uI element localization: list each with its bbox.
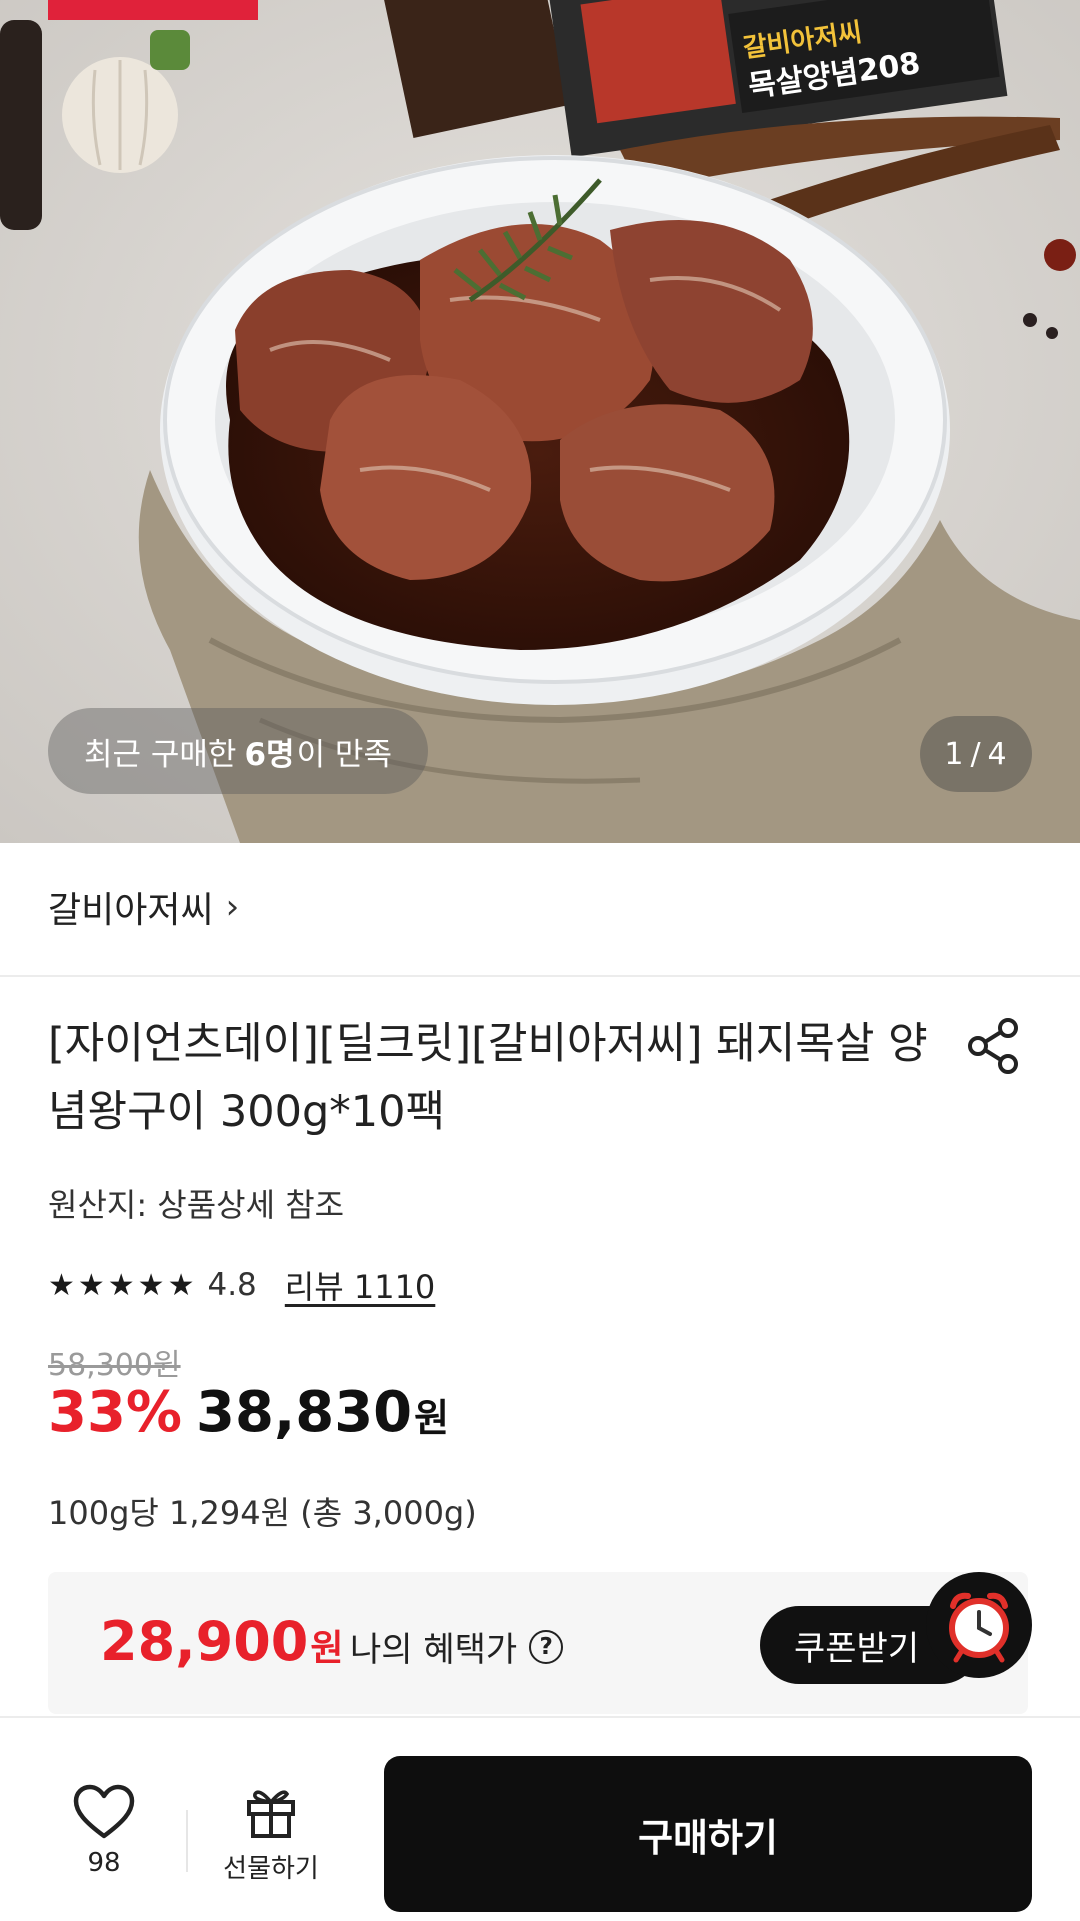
- buy-now-button[interactable]: 구매하기: [384, 1756, 1032, 1912]
- share-icon: [968, 1018, 1018, 1074]
- share-button[interactable]: [964, 1016, 1024, 1076]
- benefit-price: 28,900 원: [100, 1610, 344, 1676]
- buyers-prefix: 최근 구매한: [84, 736, 237, 773]
- discount-rate: 33%: [48, 1380, 183, 1445]
- page-total: 4: [987, 736, 1008, 772]
- alarm-clock-badge[interactable]: [926, 1572, 1032, 1678]
- coupon-button-label: 쿠폰받기: [794, 1628, 920, 1669]
- benefit-price-value: 28,900: [100, 1610, 309, 1673]
- rating-row: ★★★★★ 4.8 리뷰 1110: [48, 1262, 435, 1308]
- page-separator: /: [970, 736, 982, 772]
- gift-button-label: 선물하기: [223, 1854, 319, 1884]
- buyers-suffix: 이 만족: [296, 736, 392, 773]
- promo-tab: [48, 0, 258, 20]
- wishlist-button[interactable]: 98: [62, 1784, 146, 1894]
- buyers-count: 6명: [244, 736, 295, 773]
- star-rating-icon: ★★★★★: [48, 1267, 198, 1303]
- rating-value: 4.8: [207, 1267, 257, 1303]
- benefit-label-text: 나의 혜택가: [350, 1630, 518, 1670]
- buy-button-label: 구매하기: [638, 1815, 778, 1860]
- benefit-price-box: 28,900 원 나의 혜택가 ? 쿠폰받기: [48, 1572, 1028, 1714]
- wishlist-count: 98: [87, 1848, 121, 1878]
- price-row: 33% 38,830 원: [48, 1380, 449, 1460]
- benefit-price-currency: 원: [310, 1628, 344, 1669]
- brand-link[interactable]: 갈비아저씨 ›: [48, 882, 239, 932]
- image-page-indicator: 1 / 4: [920, 716, 1032, 792]
- bottom-action-bar: 98 선물하기 구매하기: [0, 1716, 1080, 1921]
- section-divider: [0, 975, 1080, 977]
- gift-button[interactable]: 선물하기: [210, 1784, 332, 1894]
- help-icon[interactable]: ?: [529, 1629, 564, 1664]
- sale-price-currency: 원: [414, 1396, 450, 1440]
- sale-price: 38,830: [196, 1380, 413, 1445]
- product-image[interactable]: 갈비아저씨 목살양념208 최근 구매한 6명 이 만족 1 / 4: [0, 0, 1080, 843]
- alarm-clock-icon: [949, 1592, 1009, 1663]
- review-count-link[interactable]: 리뷰 1110: [285, 1262, 436, 1308]
- chevron-right-icon: ›: [225, 887, 240, 927]
- origin-info: 원산지: 상품상세 참조: [48, 1186, 345, 1224]
- page-current: 1: [944, 736, 965, 772]
- product-title: [자이언츠데이][딜크릿][갈비아저씨] 돼지목살 양념왕구이 300g*10팩: [48, 1019, 928, 1137]
- recent-buyers-badge: 최근 구매한 6명 이 만족: [48, 708, 428, 794]
- benefit-label[interactable]: 나의 혜택가 ?: [350, 1622, 564, 1671]
- unit-price: 100g당 1,294원 (총 3,000g): [48, 1494, 477, 1532]
- gift-icon: [247, 1790, 295, 1838]
- heart-icon: [73, 1784, 135, 1839]
- original-price: 58,300원: [48, 1348, 181, 1383]
- bottom-bar-divider: [186, 1810, 188, 1872]
- brand-name: 갈비아저씨: [48, 890, 214, 931]
